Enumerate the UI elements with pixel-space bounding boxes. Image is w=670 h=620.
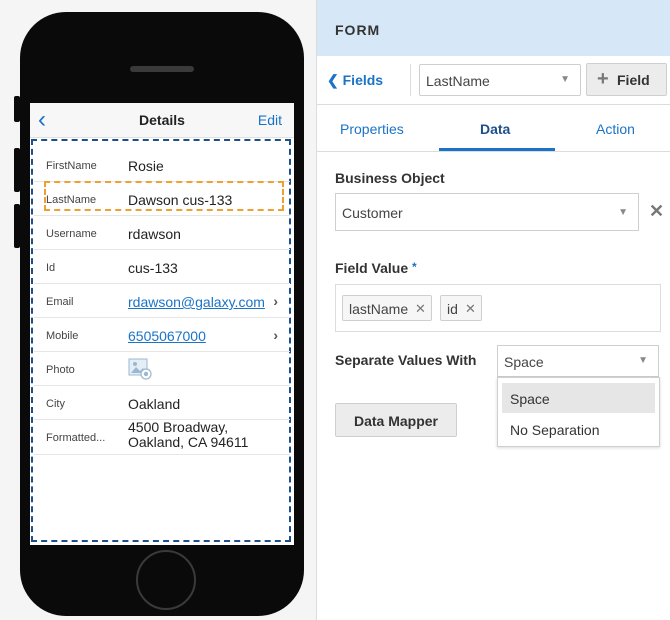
field-value: cus-133	[128, 260, 178, 276]
chevron-right-icon: ›	[273, 293, 278, 309]
form-properties-panel: FORM ❮ Fields LastName ▼ + Field Propert…	[317, 0, 670, 620]
add-field-button[interactable]: + Field	[586, 63, 667, 96]
phone-link[interactable]: 6505067000	[128, 328, 206, 344]
phone-home-button	[136, 550, 196, 610]
chip-label: lastName	[349, 301, 409, 317]
business-object-select[interactable]: Customer ▼	[335, 193, 639, 231]
panel-tabs: Properties Data Action	[317, 105, 670, 152]
remove-chip-icon[interactable]: ✕	[415, 301, 426, 317]
chip-label: id	[447, 301, 458, 317]
field-value-label-text: Field Value	[335, 260, 409, 276]
separator-option-no-separation[interactable]: No Separation	[502, 414, 655, 444]
separator-select[interactable]: Space ▼	[497, 345, 659, 377]
active-tab-indicator	[439, 148, 555, 151]
required-marker: *	[412, 260, 417, 274]
field-row-firstname[interactable]: FirstName Rosie	[34, 149, 290, 182]
field-label: Photo	[46, 364, 75, 376]
field-row-email[interactable]: Email rdawson@galaxy.com ›	[34, 285, 290, 318]
field-label: Formatted...	[46, 432, 106, 444]
field-value-input[interactable]: lastName ✕ id ✕	[335, 284, 661, 332]
fields-back-button[interactable]: ❮ Fields	[327, 72, 383, 89]
business-object-label: Business Object	[335, 170, 445, 186]
panel-header: FORM	[317, 0, 670, 56]
option-label: No Separation	[510, 422, 600, 438]
phone-speaker	[130, 66, 194, 72]
field-label: Username	[46, 228, 97, 240]
email-link[interactable]: rdawson@galaxy.com	[128, 294, 265, 310]
field-row-id[interactable]: Id cus-133	[34, 251, 290, 284]
preview-pane: ‹ Details Edit FirstName Rosie LastName …	[0, 0, 317, 620]
field-select[interactable]: LastName ▼	[419, 64, 581, 96]
caret-down-icon: ▼	[618, 207, 628, 218]
tab-properties[interactable]: Properties	[340, 121, 404, 137]
plus-icon: +	[597, 68, 609, 90]
add-field-label: Field	[617, 72, 650, 88]
fields-back-label: Fields	[342, 72, 384, 88]
field-value: rdawson	[128, 226, 181, 242]
edit-link[interactable]: Edit	[258, 112, 282, 128]
separate-values-label: Separate Values With	[335, 352, 477, 368]
tab-data[interactable]: Data	[480, 121, 510, 137]
details-title: Details	[139, 112, 185, 128]
field-toolbar: ❮ Fields LastName ▼ + Field	[317, 56, 670, 105]
toolbar-divider	[410, 64, 411, 96]
panel-title: FORM	[335, 22, 381, 38]
chevron-left-icon: ❮	[327, 72, 339, 88]
caret-down-icon: ▼	[560, 74, 570, 85]
field-label: Email	[46, 296, 74, 308]
data-mapper-button[interactable]: Data Mapper	[335, 403, 457, 437]
field-label: FirstName	[46, 160, 97, 172]
field-row-city[interactable]: City Oakland	[34, 387, 290, 420]
option-label: Space	[510, 391, 550, 407]
remove-chip-icon[interactable]: ✕	[465, 301, 476, 317]
field-label: City	[46, 398, 65, 410]
separator-option-space[interactable]: Space	[502, 383, 655, 413]
field-value-line1: 4500 Broadway,	[128, 419, 229, 435]
selected-field-outline	[44, 181, 284, 211]
separator-select-value: Space	[504, 354, 544, 370]
tab-action[interactable]: Action	[596, 121, 635, 137]
chevron-right-icon: ›	[273, 327, 278, 343]
separator-dropdown: Space No Separation	[497, 377, 660, 447]
field-row-mobile[interactable]: Mobile 6505067000 ›	[34, 319, 290, 352]
field-row-username[interactable]: Username rdawson	[34, 217, 290, 250]
value-chip: lastName ✕	[342, 295, 432, 321]
field-value-label: Field Value *	[335, 260, 417, 276]
field-row-photo[interactable]: Photo	[34, 353, 290, 386]
business-object-value: Customer	[342, 205, 403, 221]
field-label: Id	[46, 262, 56, 274]
field-select-value: LastName	[426, 73, 490, 89]
field-row-formatted-address[interactable]: Formatted... 4500 Broadway, Oakland, CA …	[34, 419, 290, 455]
phone-screen: ‹ Details Edit FirstName Rosie LastName …	[30, 103, 294, 545]
field-value-line2: Oakland, CA 94611	[128, 434, 249, 450]
clear-icon[interactable]: ✕	[649, 202, 664, 220]
details-nav-bar: ‹ Details Edit	[30, 103, 294, 138]
image-placeholder-icon	[128, 358, 152, 380]
data-mapper-label: Data Mapper	[353, 413, 439, 429]
value-chip: id ✕	[440, 295, 482, 321]
caret-down-icon: ▼	[638, 355, 648, 366]
field-label: Mobile	[46, 330, 79, 342]
field-value: Oakland	[128, 396, 181, 412]
field-value: Rosie	[128, 158, 164, 174]
